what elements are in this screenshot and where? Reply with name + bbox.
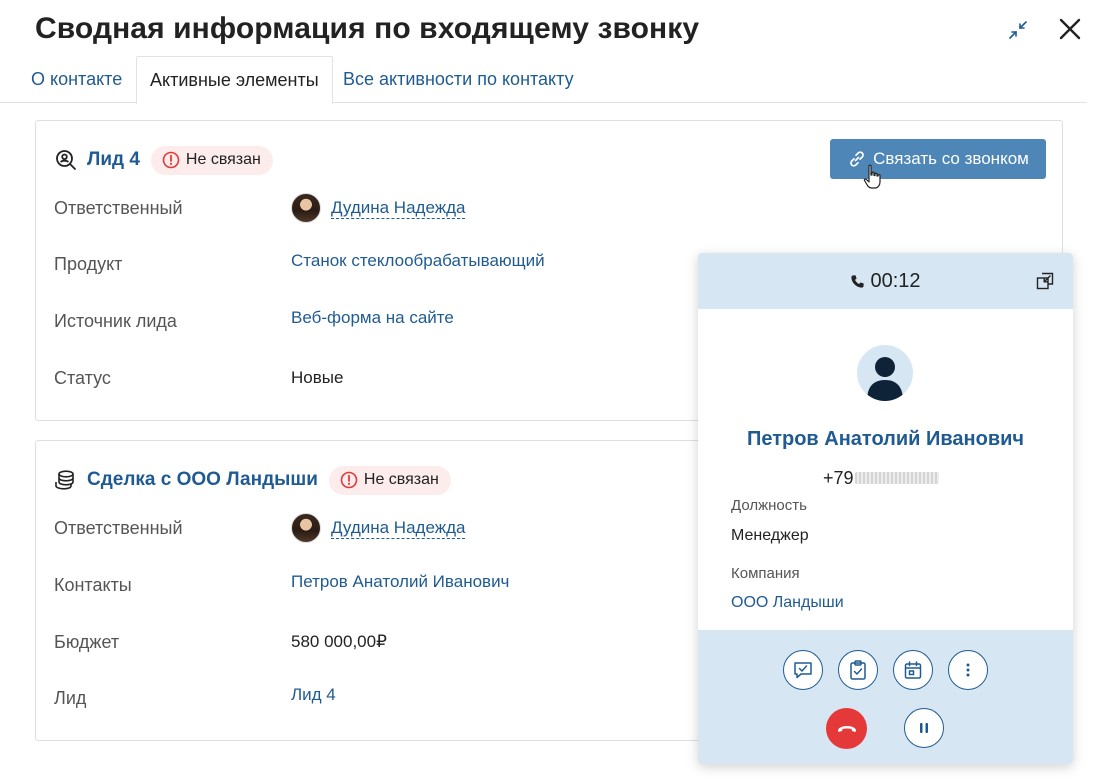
lead-icon [54, 148, 78, 172]
tab-bar: О контакте Активные элементы Все активно… [0, 56, 1087, 104]
call-actions-bar [698, 630, 1073, 764]
field-value: Новые [291, 368, 344, 387]
call-panel: 00:12 Петров Анатолий Иванович +79 Должн… [698, 253, 1073, 764]
field-row: Контакты Петров Анатолий Иванович [54, 570, 704, 600]
more-icon [966, 663, 970, 677]
lead-card-header: Лид 4 Не связан [54, 145, 273, 175]
field-row: Лид Лид 4 [54, 683, 704, 713]
responsible-person-link[interactable]: Дудина Надежда [331, 198, 466, 219]
field-row: Ответственный Дудина Надежда [54, 513, 704, 543]
field-label: Ответственный [54, 197, 183, 218]
position-value: Менеджер [731, 527, 809, 544]
company-label: Компания [731, 565, 800, 582]
field-label: Контакты [54, 574, 132, 595]
field-label: Продукт [54, 253, 123, 274]
pause-icon [920, 723, 928, 733]
phone-number: +79 [823, 467, 939, 489]
alert-icon [340, 471, 358, 489]
call-timer-value: 00:12 [870, 269, 921, 292]
hangup-icon [837, 725, 856, 732]
contact-link[interactable]: Петров Анатолий Иванович [291, 572, 509, 592]
field-label: Статус [54, 367, 111, 388]
phone-redacted [854, 472, 939, 484]
status-badge: Не связан [328, 465, 451, 495]
deal-title-link[interactable]: Сделка с ООО Ландыши [87, 469, 318, 491]
pause-button[interactable] [904, 708, 944, 748]
field-label: Лид [54, 687, 87, 708]
page-title: Сводная информация по входящему звонку [35, 12, 700, 45]
field-row: Продукт Станок стеклообрабатывающий [54, 249, 704, 279]
tab-active-elements[interactable]: Активные элементы [136, 56, 333, 104]
collapse-icon[interactable] [1006, 18, 1030, 42]
lead-source-link[interactable]: Веб-форма на сайте [291, 308, 454, 328]
close-icon[interactable] [1057, 16, 1083, 42]
status-badge-label: Не связан [185, 151, 261, 168]
field-row: Статус Новые [54, 363, 704, 393]
field-label: Источник лида [54, 310, 177, 331]
hand-cursor-icon [863, 164, 881, 189]
company-link[interactable]: ООО Ландыши [731, 594, 844, 612]
field-value: Дудина Надежда [291, 513, 466, 543]
task-icon [850, 660, 866, 680]
tab-about-contact[interactable]: О контакте [31, 56, 122, 103]
product-link[interactable]: Станок стеклообрабатывающий [291, 251, 545, 271]
contact-name-link[interactable]: Петров Анатолий Иванович [698, 428, 1073, 451]
field-label: Ответственный [54, 517, 183, 538]
field-row: Ответственный Дудина Надежда [54, 193, 704, 223]
call-panel-header: 00:12 [698, 253, 1073, 309]
deal-card-header: Сделка с ООО Ландыши Не связан [54, 465, 451, 495]
avatar [291, 193, 321, 223]
phone-icon [851, 274, 865, 288]
phone-prefix: +79 [823, 467, 854, 488]
lead-link[interactable]: Лид 4 [291, 685, 336, 705]
calendar-icon [904, 661, 922, 679]
tab-all-activities[interactable]: Все активности по контакту [343, 56, 574, 103]
field-row: Источник лида Веб-форма на сайте [54, 306, 704, 336]
status-badge: Не связан [150, 145, 273, 175]
call-timer: 00:12 [850, 269, 921, 293]
minimize-window-icon[interactable] [1035, 271, 1057, 293]
comment-button[interactable] [783, 650, 823, 690]
avatar [291, 513, 321, 543]
alert-icon [162, 151, 180, 169]
field-label: Бюджет [54, 631, 120, 652]
responsible-person-link[interactable]: Дудина Надежда [331, 518, 466, 539]
hangup-button[interactable] [826, 708, 867, 749]
comment-icon [794, 662, 812, 679]
status-badge-label: Не связан [363, 471, 439, 488]
field-value: Дудина Надежда [291, 193, 466, 223]
calendar-button[interactable] [893, 650, 933, 690]
link-to-call-label: Связать со звонком [873, 149, 1029, 168]
more-button[interactable] [948, 650, 988, 690]
lead-title-link[interactable]: Лид 4 [87, 149, 140, 171]
task-button[interactable] [838, 650, 878, 690]
contact-avatar [857, 345, 913, 401]
budget-value: 580 000,00₽ [291, 632, 387, 651]
coins-icon [54, 468, 78, 492]
field-row: Бюджет 580 000,00₽ [54, 627, 704, 657]
position-label: Должность [731, 497, 807, 514]
